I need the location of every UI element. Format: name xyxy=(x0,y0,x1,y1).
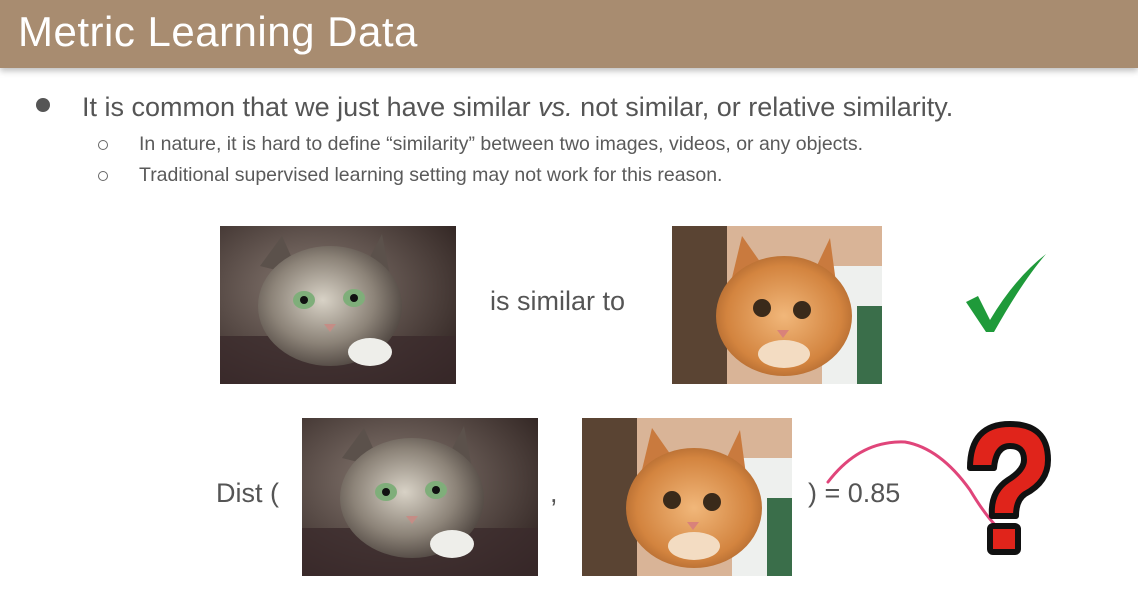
sub-bullet-1: In nature, it is hard to define “similar… xyxy=(139,133,864,155)
bullet-main: It is common that we just have similar v… xyxy=(82,92,1122,123)
slide-title: Metric Learning Data xyxy=(18,8,418,55)
tabby-cat-image xyxy=(302,418,538,576)
sub-bullet-ring xyxy=(98,171,108,181)
dist-label: Dist ( xyxy=(216,478,279,508)
bullet-dot xyxy=(36,98,50,112)
sub-bullet-2: Traditional supervised learning setting … xyxy=(139,164,723,186)
check-mark-icon xyxy=(966,254,1046,332)
bullet-main-text-pre: It is common that we just have similar xyxy=(82,92,539,122)
bullet-main-text-post: not similar, or relative similarity. xyxy=(572,92,954,122)
bullet-main-text-em: vs. xyxy=(538,92,573,122)
tabby-cat-image xyxy=(220,226,456,384)
comma-separator: , xyxy=(550,478,558,508)
annotation-overlay xyxy=(826,421,1051,555)
question-mark-icon xyxy=(967,421,1051,555)
title-bar: Metric Learning Data xyxy=(0,0,1138,68)
similar-text: is similar to xyxy=(490,286,626,316)
orange-cat-image xyxy=(582,418,792,576)
sub-bullet-ring xyxy=(98,140,108,150)
orange-cat-image xyxy=(672,226,882,384)
